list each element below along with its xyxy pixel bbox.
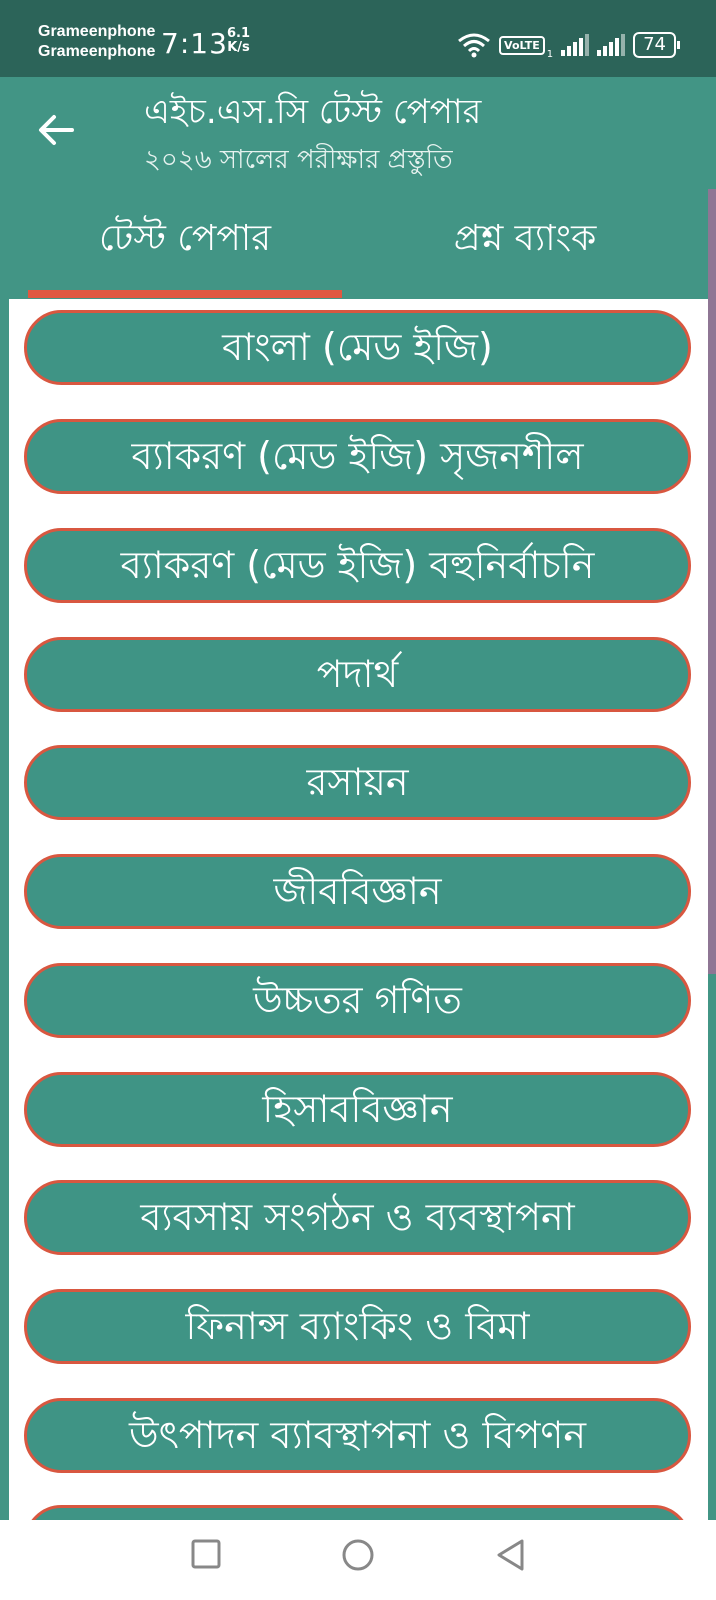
subject-button-grammar-mcq[interactable]: ব্যাকরণ (মেড ইজি) বহুনির্বাচনি — [24, 528, 691, 603]
triangle-back-icon[interactable] — [494, 1538, 526, 1572]
subject-button-higher-math[interactable]: উচ্চতর গণিত — [24, 963, 691, 1038]
wifi-icon — [458, 33, 490, 58]
status-bar: Grameenphone Grameenphone 7:13 6.1 K/s V… — [0, 0, 716, 77]
network-speed: 6.1 K/s — [227, 27, 250, 55]
arrow-left-icon[interactable] — [36, 110, 76, 150]
subject-button-grammar-creative[interactable]: ব্যাকরণ (মেড ইজি) সৃজনশীল — [24, 419, 691, 494]
scrollbar[interactable] — [708, 189, 716, 974]
subject-button-accounting[interactable]: হিসাববিজ্ঞান — [24, 1072, 691, 1147]
selected-tab-indicator — [28, 290, 342, 298]
circle-icon[interactable] — [341, 1538, 375, 1572]
battery-level: 74 — [643, 34, 666, 55]
subject-list[interactable]: বাংলা (মেড ইজি) ব্যাকরণ (মেড ইজি) সৃজনশী… — [9, 299, 708, 1520]
volte-badge: VoLTE — [499, 35, 545, 55]
tab-bar: টেস্ট পেপার প্রশ্ন ব্যাংক — [0, 189, 708, 299]
subject-button-chemistry[interactable]: রসায়ন — [24, 745, 691, 820]
battery-icon: 74 — [633, 32, 680, 58]
tab-question-bank[interactable]: প্রশ্ন ব্যাংক — [360, 209, 690, 269]
subject-button-partial[interactable] — [24, 1505, 691, 1520]
clock: 7:13 — [161, 27, 228, 60]
status-icons: VoLTE 1 74 — [457, 30, 680, 60]
square-icon[interactable] — [190, 1538, 222, 1570]
subject-button-physics[interactable]: পদার্থ — [24, 637, 691, 712]
subject-button-production-mgmt[interactable]: উৎপাদন ব্যাবস্থাপনা ও বিপণন — [24, 1398, 691, 1473]
network-speed-value: 6.1 — [227, 26, 251, 41]
navigation-bar — [0, 1520, 716, 1600]
subject-button-finance-banking[interactable]: ফিনান্স ব্যাংকিং ও বিমা — [24, 1289, 691, 1364]
carrier-2: Grameenphone — [38, 43, 156, 60]
subject-button-bangla[interactable]: বাংলা (মেড ইজি) — [24, 310, 691, 385]
signal-icon-sim1 — [561, 34, 590, 56]
page-title: এইচ.এস.সি টেস্ট পেপার — [144, 92, 482, 132]
page-subtitle: ২০২৬ সালের পরীক্ষার প্রস্তুতি — [144, 145, 453, 175]
network-speed-unit: K/s — [227, 40, 250, 55]
carrier-1: Grameenphone — [38, 23, 156, 40]
sim-index: 1 — [546, 49, 554, 60]
signal-icon-sim2 — [597, 34, 626, 56]
tab-test-paper[interactable]: টেস্ট পেপার — [20, 209, 350, 269]
subject-button-biology[interactable]: জীববিজ্ঞান — [24, 854, 691, 929]
carrier-names: Grameenphone Grameenphone — [38, 22, 155, 62]
subject-button-business-org[interactable]: ব্যবসায় সংগঠন ও ব্যবস্থাপনা — [24, 1180, 691, 1255]
